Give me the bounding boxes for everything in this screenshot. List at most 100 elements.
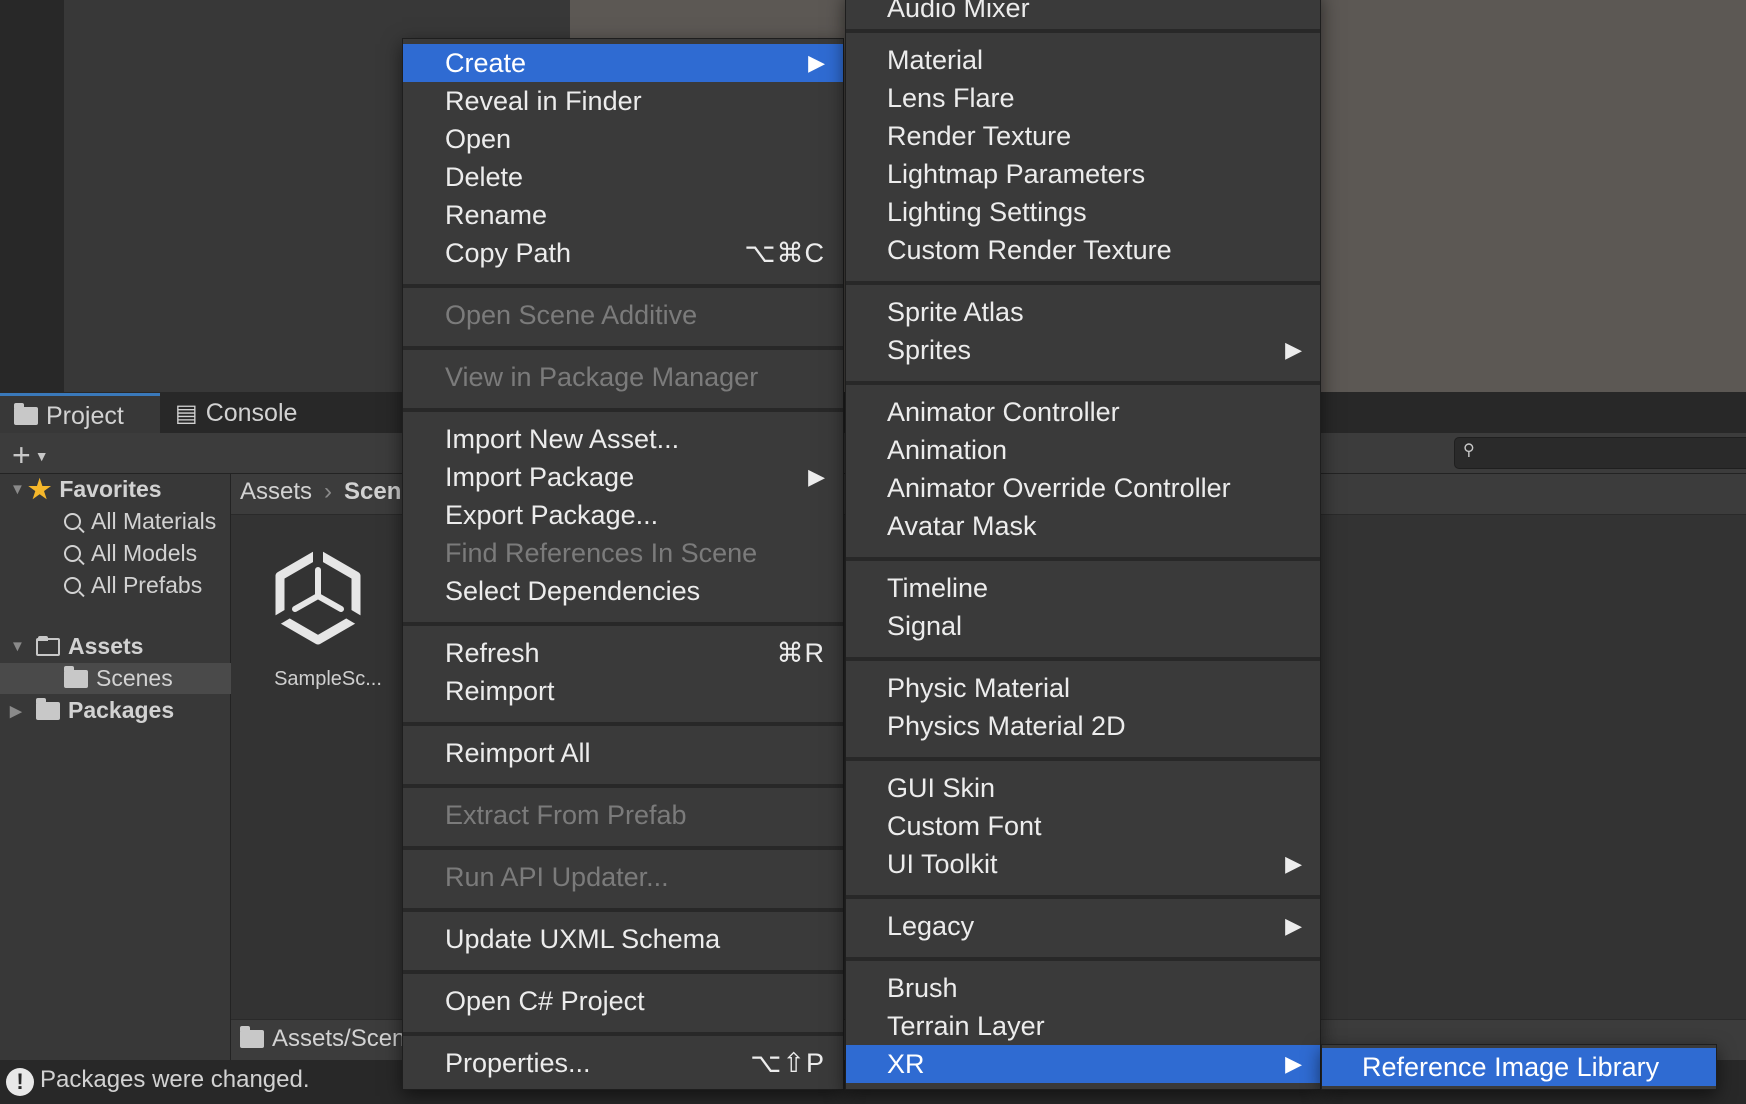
menu-item-label: Refresh bbox=[445, 637, 540, 668]
project-tree: ▼ ★ Favorites All Materials All Models A… bbox=[0, 474, 294, 1060]
menu-item-custom-render-texture[interactable]: Custom Render Texture bbox=[846, 231, 1320, 269]
menu-item-label: Animation bbox=[887, 434, 1008, 465]
menu-item-sprite-atlas[interactable]: Sprite Atlas bbox=[846, 293, 1320, 331]
menu-item-label: Reference Image Library bbox=[1362, 1051, 1660, 1082]
menu-item-refresh[interactable]: Refresh ⌘R bbox=[403, 634, 843, 672]
menu-item-avatar-mask[interactable]: Avatar Mask bbox=[846, 507, 1320, 545]
menu-item-open[interactable]: Open bbox=[403, 120, 843, 158]
menu-item-label: Select Dependencies bbox=[445, 575, 701, 606]
create-dropdown-button[interactable]: + ▼ bbox=[12, 437, 49, 474]
menu-separator bbox=[403, 722, 843, 726]
menu-separator bbox=[846, 381, 1320, 385]
menu-item-timeline[interactable]: Timeline bbox=[846, 569, 1320, 607]
menu-item-label: Run API Updater... bbox=[445, 861, 669, 892]
menu-item-label: XR bbox=[887, 1048, 925, 1079]
menu-item-reimport-all[interactable]: Reimport All bbox=[403, 734, 843, 772]
tree-assets[interactable]: ▼ Assets bbox=[0, 631, 230, 662]
unity-scene-icon[interactable] bbox=[268, 546, 368, 646]
menu-item-label: Open C# Project bbox=[445, 985, 645, 1016]
menu-item-label: Open Scene Additive bbox=[445, 299, 698, 330]
tree-all-prefabs-label: All Prefabs bbox=[91, 572, 203, 598]
tab-console[interactable]: ▤ Console bbox=[175, 393, 345, 433]
menu-item-update-uxml-schema[interactable]: Update UXML Schema bbox=[403, 920, 843, 958]
menu-item-physics-material-2d[interactable]: Physics Material 2D bbox=[846, 707, 1320, 745]
menu-item-import-package[interactable]: Import Package ▶ bbox=[403, 458, 843, 496]
menu-item-sprites[interactable]: Sprites ▶ bbox=[846, 331, 1320, 369]
shortcut-label: ⌥⇧P bbox=[750, 1047, 825, 1078]
menu-item-brush[interactable]: Brush bbox=[846, 969, 1320, 1007]
menu-item-label: UI Toolkit bbox=[887, 848, 998, 879]
folder-icon bbox=[240, 1026, 264, 1048]
menu-item-properties[interactable]: Properties... ⌥⇧P bbox=[403, 1044, 843, 1082]
menu-item-xr[interactable]: XR ▶ bbox=[846, 1045, 1320, 1083]
menu-item-animator-controller[interactable]: Animator Controller bbox=[846, 393, 1320, 431]
tree-favorites[interactable]: ▼ ★ Favorites bbox=[0, 474, 230, 505]
breadcrumb-root[interactable]: Assets bbox=[240, 478, 312, 506]
tab-project[interactable]: Project bbox=[0, 393, 160, 436]
collapse-arrow-icon: ▶ bbox=[10, 702, 22, 720]
menu-item-import-new-asset[interactable]: Import New Asset... bbox=[403, 420, 843, 458]
menu-item-label: Reimport bbox=[445, 675, 555, 706]
menu-item-render-texture[interactable]: Render Texture bbox=[846, 117, 1320, 155]
menu-item-custom-font[interactable]: Custom Font bbox=[846, 807, 1320, 845]
menu-item-audio-mixer[interactable]: Audio Mixer bbox=[846, 0, 1320, 27]
tree-packages-label: Packages bbox=[68, 697, 175, 723]
menu-item-lightmap-parameters[interactable]: Lightmap Parameters bbox=[846, 155, 1320, 193]
menu-item-find-references: Find References In Scene bbox=[403, 534, 843, 572]
submenu-arrow-icon: ▶ bbox=[808, 464, 825, 489]
menu-item-physic-material[interactable]: Physic Material bbox=[846, 669, 1320, 707]
menu-item-delete[interactable]: Delete bbox=[403, 158, 843, 196]
menu-separator bbox=[846, 757, 1320, 761]
menu-item-animation[interactable]: Animation bbox=[846, 431, 1320, 469]
menu-item-label: Properties... bbox=[445, 1047, 591, 1078]
menu-item-label: Avatar Mask bbox=[887, 510, 1037, 541]
menu-item-label: Lightmap Parameters bbox=[887, 158, 1146, 189]
tree-assets-label: Assets bbox=[68, 633, 144, 659]
star-icon: ★ bbox=[28, 474, 52, 504]
menu-item-rename[interactable]: Rename bbox=[403, 196, 843, 234]
menu-item-label: Create bbox=[445, 47, 527, 78]
tree-all-models-label: All Models bbox=[91, 540, 198, 566]
menu-item-legacy[interactable]: Legacy ▶ bbox=[846, 907, 1320, 945]
menu-separator bbox=[846, 895, 1320, 899]
menu-item-select-dependencies[interactable]: Select Dependencies bbox=[403, 572, 843, 610]
search-icon bbox=[64, 577, 81, 594]
menu-item-label: Import Package bbox=[445, 461, 635, 492]
menu-item-label: Legacy bbox=[887, 910, 975, 941]
menu-item-animator-override-controller[interactable]: Animator Override Controller bbox=[846, 469, 1320, 507]
menu-item-copy-path[interactable]: Copy Path ⌥⌘C bbox=[403, 234, 843, 272]
menu-item-reimport[interactable]: Reimport bbox=[403, 672, 843, 710]
warning-icon: ! bbox=[6, 1068, 34, 1096]
submenu-arrow-icon: ▶ bbox=[1285, 337, 1302, 362]
tree-packages[interactable]: ▶ Packages bbox=[0, 695, 230, 726]
menu-item-label: Material bbox=[887, 44, 984, 75]
menu-separator bbox=[846, 657, 1320, 661]
menu-item-lens-flare[interactable]: Lens Flare bbox=[846, 79, 1320, 117]
menu-item-label: Update UXML Schema bbox=[445, 923, 721, 954]
menu-item-ui-toolkit[interactable]: UI Toolkit ▶ bbox=[846, 845, 1320, 883]
menu-item-run-api-updater: Run API Updater... bbox=[403, 858, 843, 896]
menu-item-label: Export Package... bbox=[445, 499, 659, 530]
menu-item-reveal-in-finder[interactable]: Reveal in Finder bbox=[403, 82, 843, 120]
search-input[interactable] bbox=[1454, 437, 1746, 469]
menu-separator bbox=[846, 957, 1320, 961]
menu-item-export-package[interactable]: Export Package... bbox=[403, 496, 843, 534]
menu-item-gui-skin[interactable]: GUI Skin bbox=[846, 769, 1320, 807]
menu-item-reference-image-library[interactable]: Reference Image Library bbox=[1322, 1048, 1716, 1086]
menu-separator bbox=[403, 622, 843, 626]
submenu-arrow-icon: ▶ bbox=[1285, 851, 1302, 876]
menu-item-label: Extract From Prefab bbox=[445, 799, 687, 830]
tree-favorites-label: Favorites bbox=[59, 476, 162, 502]
menu-item-label: Physics Material 2D bbox=[887, 710, 1126, 741]
menu-item-material[interactable]: Material bbox=[846, 41, 1320, 79]
menu-item-label: Find References In Scene bbox=[445, 537, 758, 568]
tab-project-label: Project bbox=[46, 401, 124, 430]
menu-item-open-csharp-project[interactable]: Open C# Project bbox=[403, 982, 843, 1020]
menu-item-create[interactable]: Create ▶ bbox=[403, 44, 843, 82]
folder-open-icon bbox=[36, 635, 60, 656]
search-icon bbox=[64, 513, 81, 530]
menu-item-signal[interactable]: Signal bbox=[846, 607, 1320, 645]
menu-item-label: Physic Material bbox=[887, 672, 1071, 703]
menu-item-lighting-settings[interactable]: Lighting Settings bbox=[846, 193, 1320, 231]
menu-item-terrain-layer[interactable]: Terrain Layer bbox=[846, 1007, 1320, 1045]
